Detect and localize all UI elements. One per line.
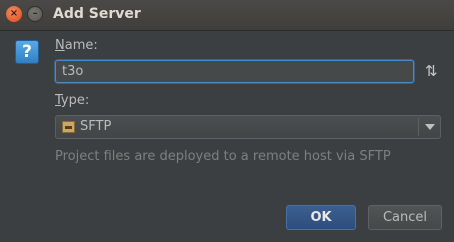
- type-description: Project files are deployed to a remote h…: [55, 149, 391, 164]
- type-label: Type:: [55, 93, 90, 108]
- sftp-icon: [62, 121, 75, 133]
- dialog-title: Add Server: [53, 6, 141, 22]
- cancel-button[interactable]: Cancel: [368, 205, 442, 230]
- type-select-value: SFTP: [80, 119, 112, 134]
- chevron-down-icon[interactable]: [425, 124, 435, 130]
- select-divider: [418, 118, 419, 136]
- name-input[interactable]: [55, 60, 414, 83]
- question-icon: ?: [15, 40, 39, 64]
- title-bar: × – Add Server: [0, 0, 454, 31]
- minimize-icon[interactable]: –: [27, 6, 43, 22]
- type-select[interactable]: SFTP: [55, 115, 441, 139]
- ok-button[interactable]: OK: [286, 205, 356, 230]
- close-icon[interactable]: ×: [6, 6, 22, 22]
- name-label: Name:: [55, 38, 98, 53]
- sort-icon[interactable]: ⇅: [425, 62, 438, 80]
